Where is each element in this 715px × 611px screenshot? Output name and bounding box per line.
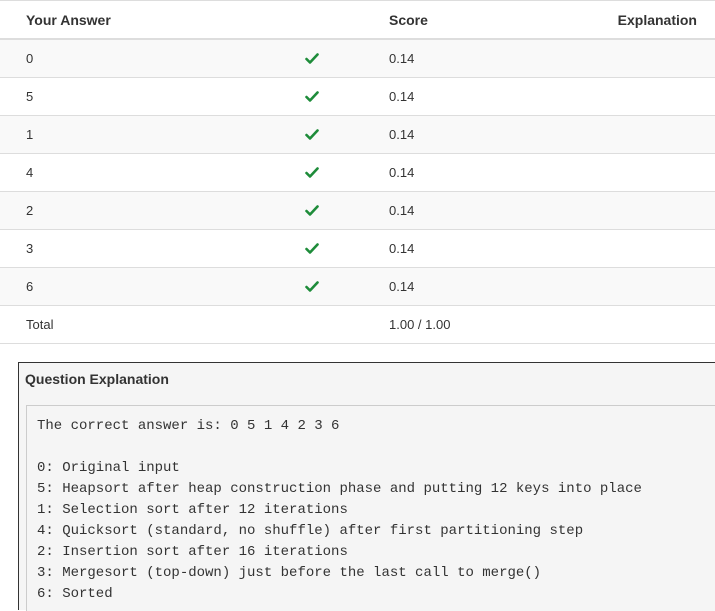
table-row: 6 0.14 [0,268,715,306]
explanation-code-block: The correct answer is: 0 5 1 4 2 3 6 0: … [26,405,715,611]
total-score: 1.00 / 1.00 [389,317,451,332]
score-cell: 0.14 [389,165,415,180]
table-row: 2 0.14 [0,192,715,230]
check-icon [305,78,319,115]
explanation-line: 6: Sorted [37,586,113,602]
question-explanation-panel: Question Explanation The correct answer … [18,362,715,611]
answer-cell: 2 [26,203,34,218]
explanation-line: 3: Mergesort (top-down) just before the … [37,565,542,581]
check-icon [305,268,319,305]
results-table: Your Answer Score Explanation 0 0.14 5 0… [0,0,715,344]
table-row: 3 0.14 [0,230,715,268]
check-icon [305,40,319,77]
correct-answer-line: The correct answer is: 0 5 1 4 2 3 6 [37,418,340,434]
explanation-line: 1: Selection sort after 12 iterations [37,502,348,518]
answer-cell: 3 [26,241,34,256]
header-explanation: Explanation [617,11,697,28]
score-cell: 0.14 [389,89,415,104]
check-icon [305,116,319,153]
check-icon [305,192,319,229]
explanation-line: 2: Insertion sort after 16 iterations [37,544,348,560]
explanation-line: 0: Original input [37,460,180,476]
score-cell: 0.14 [389,51,415,66]
header-your-answer: Your Answer [26,11,111,28]
answer-cell: 6 [26,279,34,294]
check-icon [305,154,319,191]
table-row: 4 0.14 [0,154,715,192]
total-row: Total 1.00 / 1.00 [0,306,715,344]
table-header: Your Answer Score Explanation [0,1,715,40]
answer-cell: 0 [26,51,34,66]
table-row: 5 0.14 [0,78,715,116]
score-cell: 0.14 [389,241,415,256]
explanation-line: 5: Heapsort after heap construction phas… [37,481,642,497]
answer-cell: 5 [26,89,34,104]
answer-cell: 4 [26,165,34,180]
total-label: Total [26,317,54,332]
score-cell: 0.14 [389,127,415,142]
score-cell: 0.14 [389,279,415,294]
answer-cell: 1 [26,127,34,142]
explanation-line: 4: Quicksort (standard, no shuffle) afte… [37,523,584,539]
score-cell: 0.14 [389,203,415,218]
table-row: 0 0.14 [0,40,715,78]
header-score: Score [389,11,428,28]
check-icon [305,230,319,267]
table-row: 1 0.14 [0,116,715,154]
question-explanation-title: Question Explanation [25,371,169,387]
